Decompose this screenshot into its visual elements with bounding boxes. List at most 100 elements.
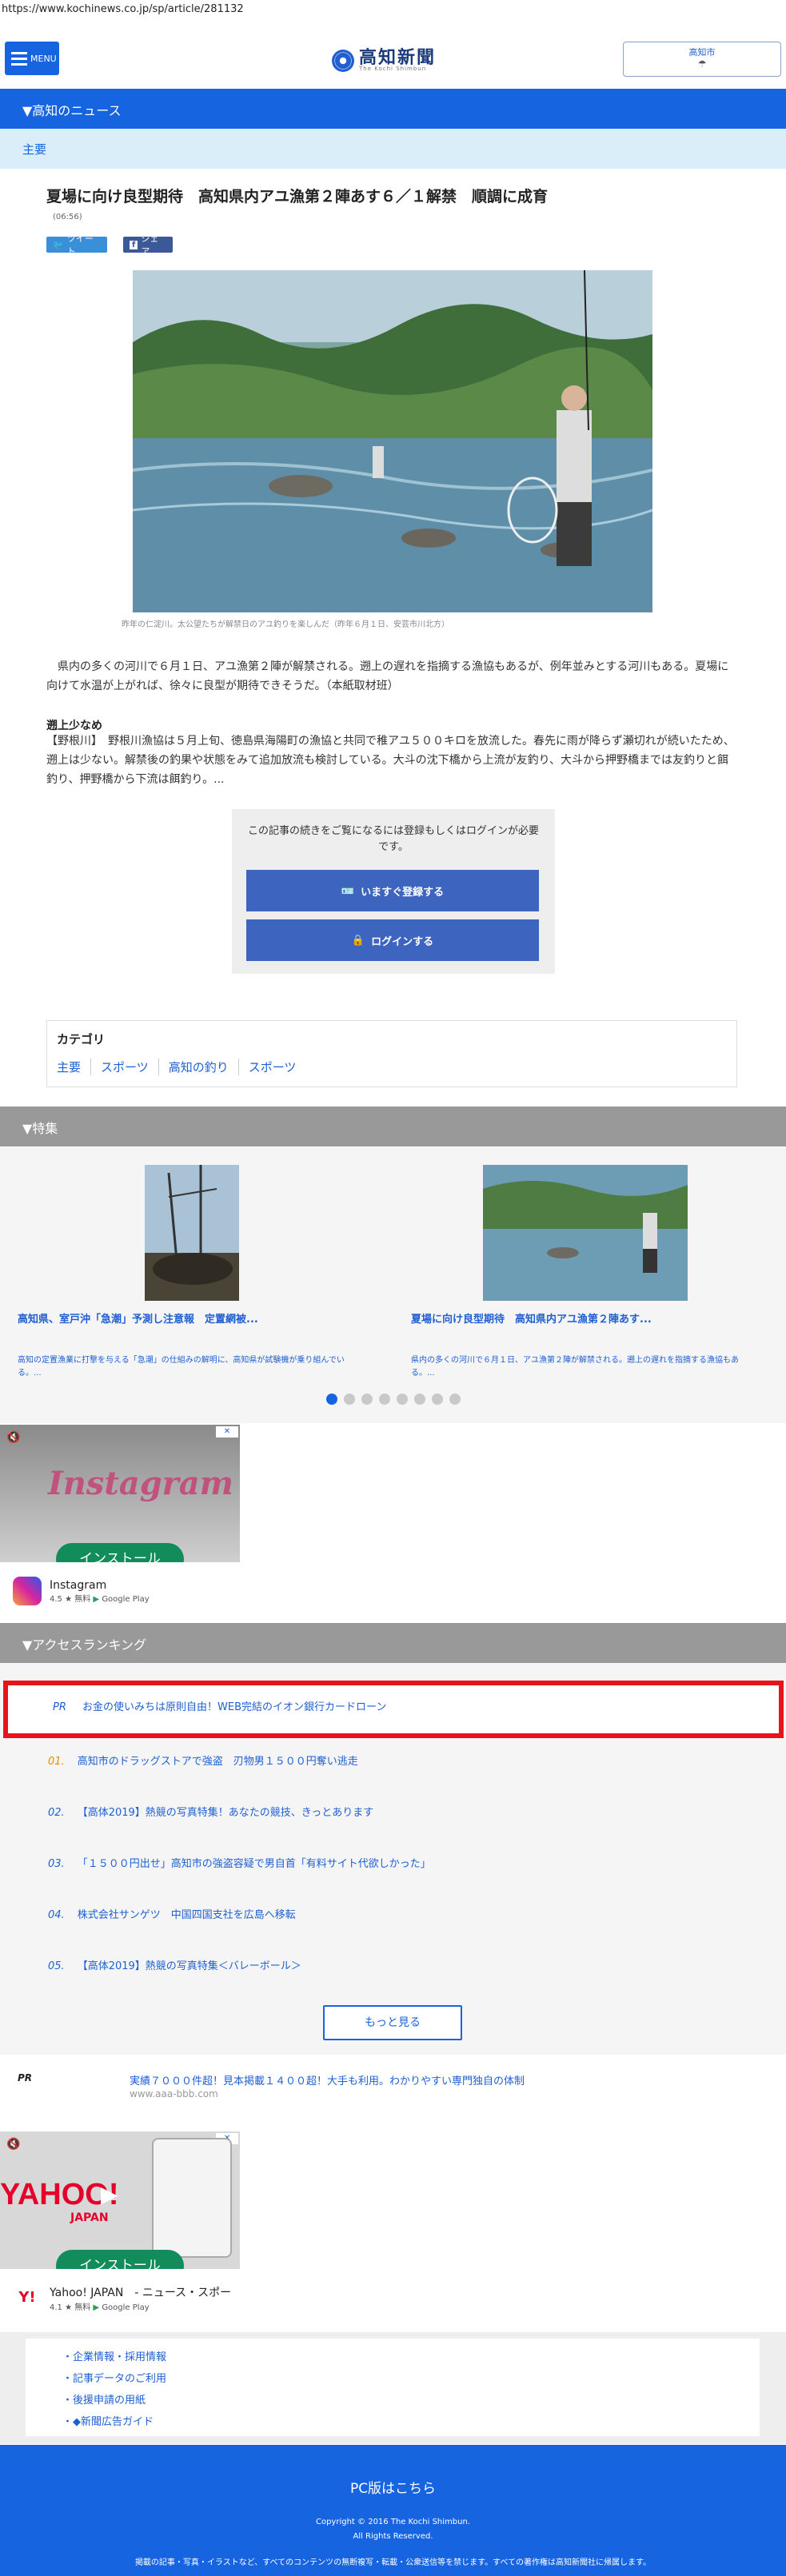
category-link[interactable]: スポーツ (237, 1059, 306, 1075)
tweet-button[interactable]: 🐦 ツイート (46, 233, 107, 257)
mute-icon[interactable]: 🔇 (6, 1431, 20, 1444)
carousel-dot[interactable] (361, 1394, 373, 1405)
url-bar: https://www.kochinews.co.jp/sp/article/2… (0, 0, 786, 19)
facebook-share-button[interactable]: f シェア (123, 233, 173, 257)
logo-text: 高知新聞 (359, 47, 437, 68)
paywall-box: この記事の続きをご覧になるには登録もしくはログインが必要です。 🪪 いますぐ登録… (232, 809, 555, 974)
yahoo-app-icon: Y! (13, 2283, 42, 2312)
ranking-number: 02. (48, 1807, 65, 1819)
ranking-number: 04. (48, 1909, 65, 1921)
carousel-dots[interactable] (0, 1394, 786, 1405)
ad-app-rating: 4.5 ★ 無料 (50, 1594, 91, 1604)
feature-card-title: 高知県、室戸沖「急潮」予測し注意報 定置網被... (18, 1314, 258, 1326)
login-label: ログインする (371, 935, 434, 948)
footer-links: ・企業情報・採用情報 ・記事データのご利用 ・後援申請の用紙 ・◆新聞広告ガイド (0, 2332, 786, 2444)
feature-card[interactable]: 高知県、室戸沖「急潮」予測し注意報 定置網被... 高知の定置漁業に打撃を与える… (0, 1165, 384, 1380)
paywall-message: この記事の続きをご覧になるには登録もしくはログインが必要です。 (248, 825, 540, 853)
category-link[interactable]: 高知の釣り (158, 1059, 238, 1075)
pr-ad-title[interactable]: 実績７０００件超！見本掲載１４００超！大手も利用。わかりやすい専門独自の体制 (130, 2072, 525, 2088)
facebook-icon: f (130, 240, 138, 249)
pr-tag: PR (18, 2072, 33, 2084)
category-box: カテゴリ 主要 スポーツ 高知の釣り スポーツ (46, 1020, 737, 1087)
mute-icon[interactable]: 🔇 (6, 2138, 20, 2151)
section-title-kochi-news: ▼高知のニュース (0, 89, 786, 129)
copyright: Copyright © 2016 The Kochi Shimbun. All … (315, 2518, 470, 2541)
yahoo-logo-sub: JAPAN (70, 2211, 109, 2224)
logo-subtext: The Kochi Shimbun (359, 66, 427, 72)
article-photo (133, 270, 652, 612)
ad-image[interactable]: ✕ 🔇 Instagram インストール (0, 1425, 240, 1562)
ad-close-icon[interactable]: ✕ (216, 1426, 238, 1438)
footer-link[interactable]: ・記事データのご利用 (62, 2368, 723, 2390)
feature-thumbnail (483, 1165, 688, 1301)
login-button[interactable]: 🔒 ログインする (246, 919, 539, 961)
site-header: MENU 高知新聞 The Kochi Shimbun 高知市 ☂ (0, 29, 786, 88)
category-links: 主要 スポーツ 高知の釣り スポーツ (57, 1059, 727, 1075)
footer-links-panel: ・企業情報・採用情報 ・記事データのご利用 ・後援申請の用紙 ・◆新聞広告ガイド (26, 2339, 760, 2436)
menu-button[interactable]: MENU (5, 42, 59, 75)
ranking-number: 05. (48, 1960, 65, 1972)
pc-version-link[interactable]: PC版はこちら (0, 2477, 786, 2497)
subnav-main[interactable]: 主要 (0, 129, 786, 169)
pr-text-ad[interactable]: PR 実績７０００件超！見本掲載１４００超！大手も利用。わかりやすい専門独自の体… (0, 2061, 786, 2115)
ad-install-button[interactable]: インストール (56, 2250, 184, 2269)
ad-store: Google Play (102, 1594, 150, 1604)
register-button[interactable]: 🪪 いますぐ登録する (246, 870, 539, 911)
weather-city: 高知市 (688, 47, 716, 58)
site-footer: PC版はこちら Copyright © 2016 The Kochi Shimb… (0, 2445, 786, 2576)
ad-app-name: Instagram (50, 1578, 107, 1592)
footer-link[interactable]: ・後援申請の用紙 (62, 2390, 723, 2411)
carousel-dot[interactable] (449, 1394, 461, 1405)
ad-app-row: Instagram 4.5 ★ 無料 ▶ Google Play (13, 1577, 150, 1605)
hamburger-icon (11, 51, 27, 66)
ad-logo-text: Instagram (48, 1465, 233, 1502)
phone-graphic (152, 2138, 232, 2258)
article-subhead: 遡上少なめ (46, 720, 102, 732)
carousel-dot[interactable] (413, 1394, 425, 1405)
article-title: 夏場に向け良型期待 高知県内アユ漁第２陣あす６／１解禁 順調に成育 (46, 188, 549, 205)
google-play-icon: ▶ (93, 1594, 100, 1604)
carousel-dot[interactable] (396, 1394, 408, 1405)
play-icon[interactable]: ▶ (101, 2181, 118, 2207)
ranking-item[interactable]: 02. 【高体2019】熱競の写真特集！あなたの競技、きっとあります (48, 1804, 373, 1819)
ranking-item[interactable]: 04. 株式会社サンゲツ 中国四国支社を広島へ移転 (48, 1906, 296, 1921)
google-play-icon: ▶ (93, 2303, 100, 2312)
footer-link[interactable]: ・◆新聞広告ガイド (62, 2411, 723, 2433)
ranking-item[interactable]: 01. 高知市のドラッグストアで強盗 刃物男１５００円奪い逃走 (48, 1753, 358, 1768)
ranking-pr-item[interactable]: PR お金の使いみちは原則自由！WEB完結のイオン銀行カードローン (3, 1681, 784, 1738)
category-link[interactable]: 主要 (57, 1059, 90, 1075)
river-fishing-photo (133, 270, 652, 612)
more-button[interactable]: もっと見る (323, 2005, 462, 2040)
photo-caption: 昨年の仁淀川。太公望たちが解禁日のアユ釣りを楽しんだ（昨年６月１日、安芸市川北方… (122, 620, 449, 629)
feature-card-desc: 高知の定置漁業に打撃を与える「急潮」の仕組みの解明に、高知県が試験機が乗り組んで… (18, 1356, 345, 1378)
ranking-number: 03. (48, 1858, 65, 1870)
ad-install-button[interactable]: インストール (56, 1543, 184, 1562)
section-title-feature: ▼特集 (0, 1107, 786, 1146)
feature-card-title: 夏場に向け良型期待 高知県内アユ漁第２陣あす... (411, 1314, 652, 1326)
ad-yahoo[interactable]: ✕ 🔇 YAHOO! JAPAN ▶ インストール Y! Yahoo! JAPA… (0, 2131, 245, 2323)
footer-link[interactable]: ・企業情報・採用情報 (62, 2347, 723, 2368)
feature-card[interactable]: 夏場に向け良型期待 高知県内アユ漁第２陣あす... 県内の多くの河川で６月１日、… (393, 1165, 777, 1380)
pr-tag: PR (53, 1701, 66, 1713)
feature-card-desc: 県内の多くの河川で６月１日、アユ漁第２陣が解禁される。遡上の遅れを指摘する漁協も… (411, 1356, 739, 1378)
ad-store: Google Play (102, 2303, 150, 2312)
carousel-dot[interactable] (378, 1394, 390, 1405)
ranking-item[interactable]: 03. 「１５００円出せ」高知市の強盗容疑で男自首「有料サイト代欲しかった」 (48, 1855, 431, 1870)
ad-image[interactable]: ✕ 🔇 YAHOO! JAPAN ▶ インストール (0, 2131, 240, 2269)
article-paragraph-1: 県内の多くの河川で６月１日、アユ漁第２陣が解禁される。遡上の遅れを指摘する漁協も… (46, 660, 729, 692)
ad-instagram[interactable]: ✕ 🔇 Instagram インストール Instagram 4.5 ★ 無料 … (0, 1425, 245, 1617)
ranking-text: 株式会社サンゲツ 中国四国支社を広島へ移転 (77, 1909, 296, 1921)
ranking-number: 01. (48, 1756, 65, 1768)
carousel-dot[interactable] (325, 1394, 337, 1405)
carousel-dot[interactable] (431, 1394, 443, 1405)
ranking-item[interactable]: 05. 【高体2019】熱競の写真特集＜バレーボール＞ (48, 1957, 301, 1972)
weather-widget[interactable]: 高知市 ☂ (623, 42, 781, 77)
ranking-list: PR お金の使いみちは原則自由！WEB完結のイオン銀行カードローン 01. 高知市… (0, 1663, 786, 2055)
ad-app-rating: 4.1 ★ 無料 (50, 2303, 91, 2312)
category-link[interactable]: スポーツ (90, 1059, 158, 1075)
category-title: カテゴリ (57, 1032, 106, 1047)
register-label: いますぐ登録する (361, 886, 445, 899)
site-logo[interactable]: 高知新聞 The Kochi Shimbun (332, 45, 460, 77)
carousel-dot[interactable] (343, 1394, 355, 1405)
ad-app-name: Yahoo! JAPAN - ニュース・スポー (50, 2286, 232, 2299)
